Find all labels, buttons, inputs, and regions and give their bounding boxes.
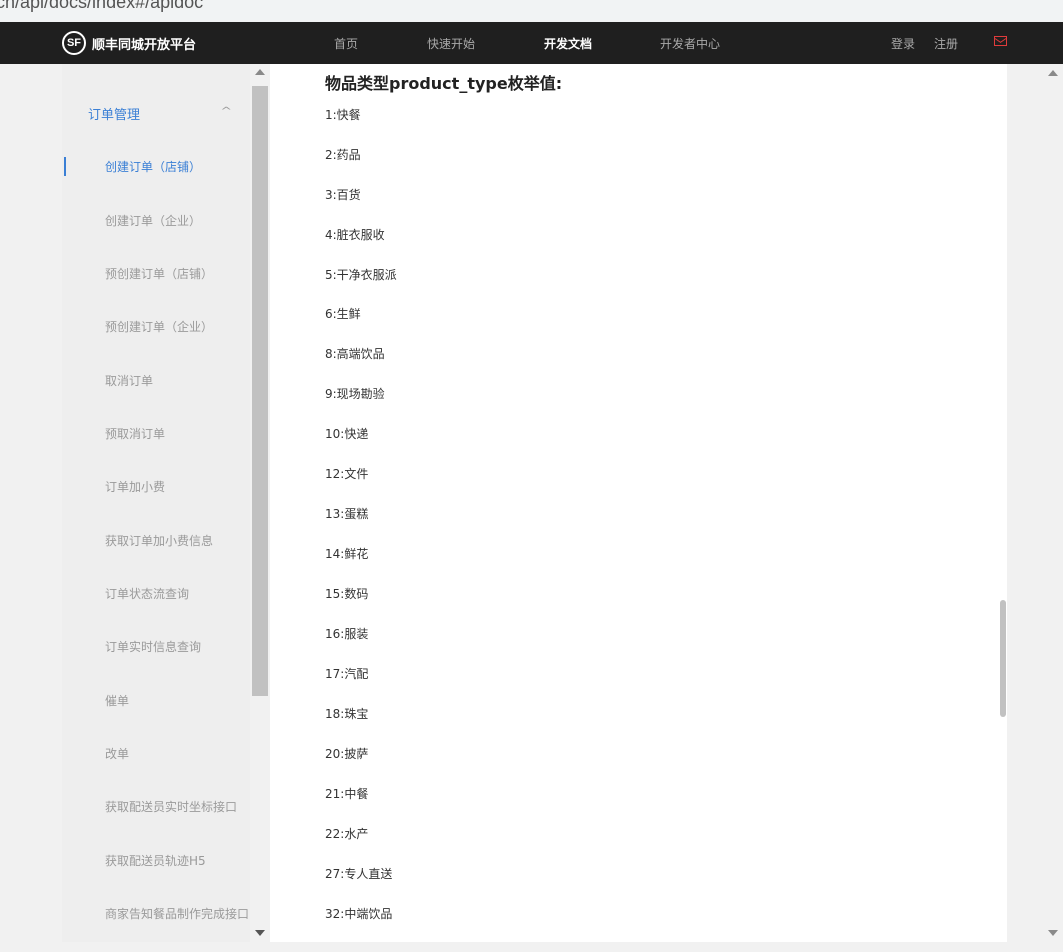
sidebar-item-precreate-order-store[interactable]: 预创建订单（店铺）: [105, 265, 213, 282]
enum-item: 20:披萨: [325, 747, 369, 761]
enum-item: 12:文件: [325, 467, 369, 481]
enum-item: 21:中餐: [325, 787, 369, 801]
enum-item: 4:脏衣服收: [325, 228, 385, 242]
sidebar-item-precreate-order-enterprise[interactable]: 预创建订单（企业）: [105, 318, 213, 335]
enum-item: 2:药品: [325, 148, 361, 162]
doc-content: 物品类型product_type枚举值: 1:快餐 2:药品 3:百货 4:脏衣…: [270, 64, 1007, 942]
sidebar-item-order-realtime-info[interactable]: 订单实时信息查询: [105, 638, 201, 655]
sidebar-item-create-order-store[interactable]: 创建订单（店铺）: [105, 158, 201, 175]
enum-item: 1:快餐: [325, 108, 361, 122]
sf-logo-icon: SF: [62, 31, 86, 55]
sidebar-item-reminder[interactable]: 催单: [105, 692, 129, 709]
top-navbar: SF 顺丰同城开放平台 首页 快速开始 开发文档 开发者中心 登录 注册: [0, 22, 1063, 64]
sidebar-item-meal-ready-notify[interactable]: 商家告知餐品制作完成接口: [105, 905, 249, 922]
sidebar-item-add-tip[interactable]: 订单加小费: [105, 478, 165, 495]
sidebar: 订单管理 ^ 创建订单（店铺） 创建订单（企业） 预创建订单（店铺） 预创建订单…: [62, 64, 250, 942]
sidebar-group-order-management[interactable]: 订单管理: [88, 104, 140, 123]
sidebar-item-precancel-order[interactable]: 预取消订单: [105, 425, 165, 442]
sidebar-item-create-order-enterprise[interactable]: 创建订单（企业）: [105, 212, 201, 229]
enum-item: 16:服装: [325, 627, 369, 641]
nav-home[interactable]: 首页: [334, 35, 358, 52]
sidebar-item-get-tip-info[interactable]: 获取订单加小费信息: [105, 532, 213, 549]
enum-item: 14:鲜花: [325, 547, 369, 561]
scroll-up-icon[interactable]: [1048, 70, 1058, 76]
nav-docs[interactable]: 开发文档: [544, 35, 592, 52]
enum-item: 3:百货: [325, 188, 361, 202]
page-title: 物品类型product_type枚举值:: [325, 74, 563, 93]
register-link[interactable]: 注册: [934, 35, 958, 52]
sidebar-item-rider-track-h5[interactable]: 获取配送员轨迹H5: [105, 852, 206, 869]
sidebar-item-modify-order[interactable]: 改单: [105, 745, 129, 762]
enum-item: 5:干净衣服派: [325, 268, 397, 282]
chevron-up-icon[interactable]: ^: [220, 106, 232, 117]
sidebar-scrollbar[interactable]: [250, 64, 270, 942]
enum-item: 22:水产: [325, 827, 369, 841]
nav-developer-center[interactable]: 开发者中心: [660, 35, 720, 52]
enum-item: 15:数码: [325, 587, 369, 601]
url-text: ch/api/docs/index#/apidoc: [0, 0, 204, 12]
mail-icon[interactable]: [994, 36, 1007, 46]
scroll-down-icon[interactable]: [1048, 930, 1058, 936]
sidebar-item-cancel-order[interactable]: 取消订单: [105, 372, 153, 389]
brand-name: 顺丰同城开放平台: [92, 37, 197, 53]
horizontal-scrollbar[interactable]: [0, 942, 1063, 952]
enum-item: 13:蛋糕: [325, 507, 369, 521]
enum-item: 17:汽配: [325, 667, 369, 681]
brand-logo[interactable]: SF 顺丰同城开放平台: [62, 31, 196, 55]
enum-item: 32:中端饮品: [325, 907, 393, 921]
scroll-down-icon[interactable]: [255, 930, 265, 936]
login-link[interactable]: 登录: [891, 35, 915, 52]
scrollbar-thumb[interactable]: [252, 86, 268, 696]
page-scrollbar[interactable]: [1043, 64, 1063, 942]
enum-item: 18:珠宝: [325, 707, 369, 721]
enum-item: 10:快递: [325, 427, 369, 441]
sidebar-item-order-status-flow[interactable]: 订单状态流查询: [105, 585, 189, 602]
enum-item: 9:现场勘验: [325, 387, 385, 401]
address-bar[interactable]: ch/api/docs/index#/apidoc: [0, 0, 1063, 22]
enum-item: 8:高端饮品: [325, 347, 385, 361]
active-indicator: [64, 157, 66, 176]
enum-item: 6:生鲜: [325, 307, 361, 321]
nav-quickstart[interactable]: 快速开始: [427, 35, 475, 52]
enum-item: 27:专人直送: [325, 867, 393, 881]
sidebar-item-rider-location[interactable]: 获取配送员实时坐标接口: [105, 798, 237, 815]
content-scrollbar-thumb[interactable]: [1000, 600, 1006, 717]
scroll-up-icon[interactable]: [255, 69, 265, 75]
